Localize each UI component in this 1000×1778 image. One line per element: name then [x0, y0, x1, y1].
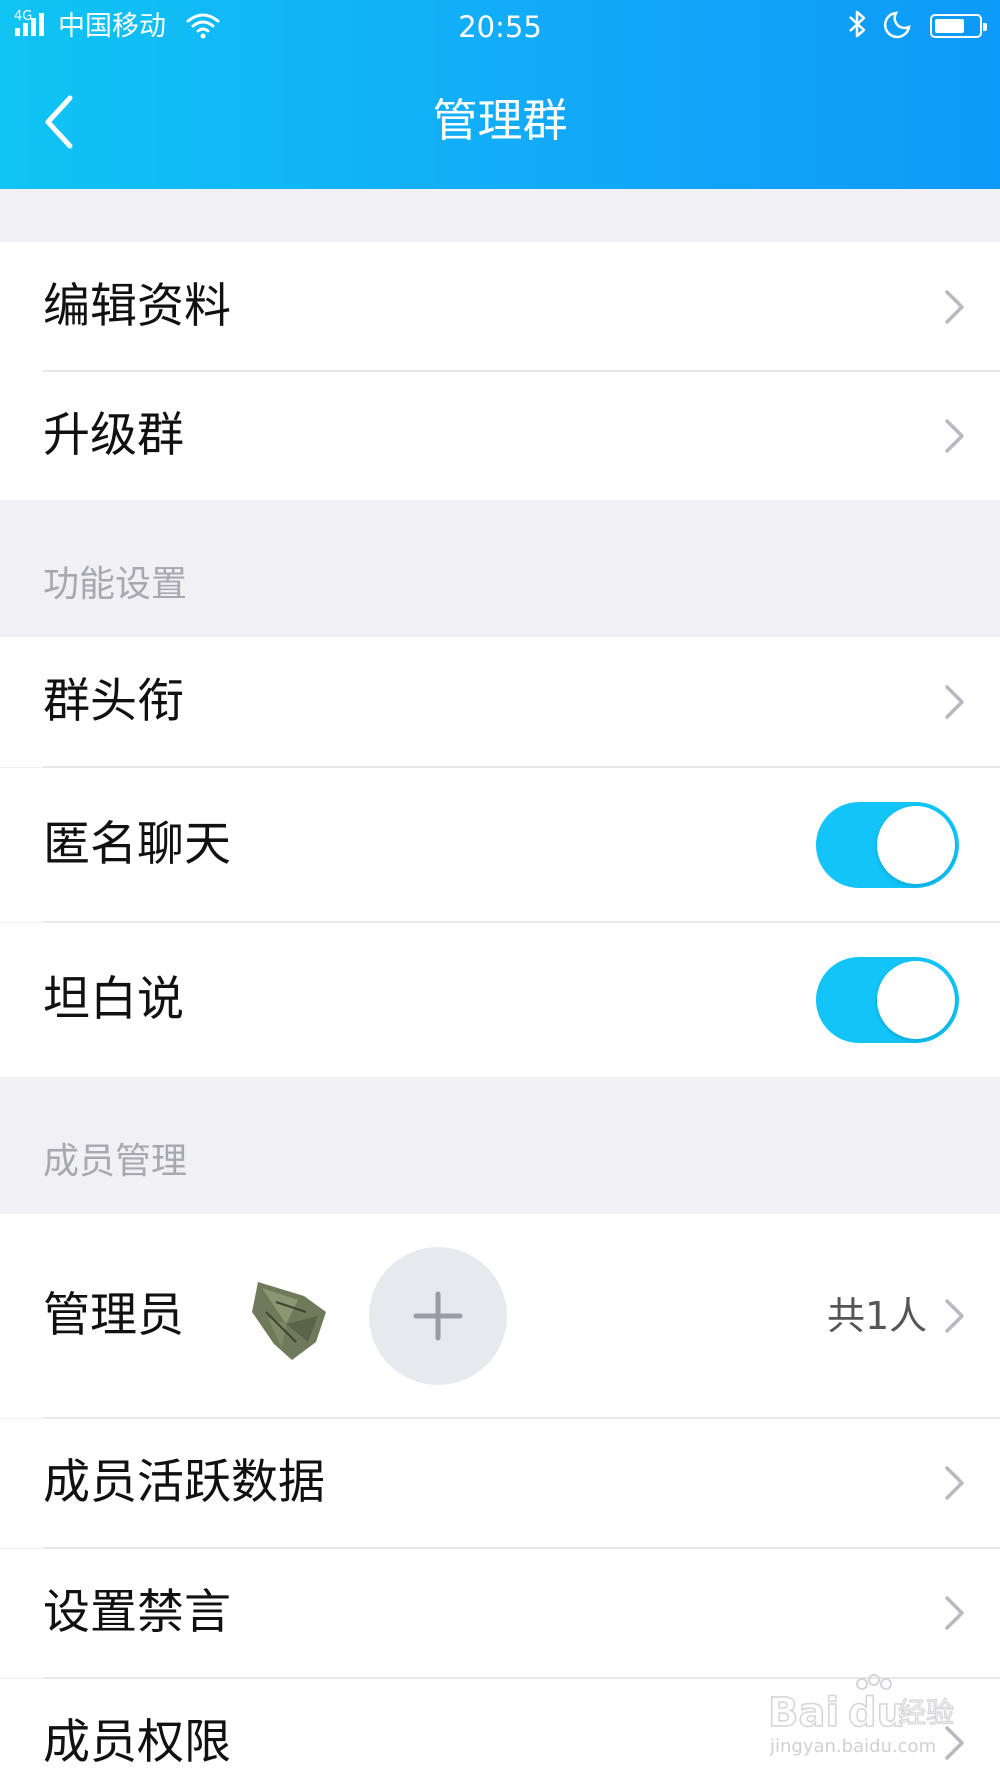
list-item-label: 成员权限	[43, 1715, 231, 1770]
watermark-url: jingyan.baidu.com	[769, 1736, 936, 1757]
plus-icon	[413, 1291, 463, 1341]
confession-toggle[interactable]	[816, 957, 959, 1043]
chevron-right-icon	[945, 1299, 964, 1333]
list-item-label: 成员活跃数据	[43, 1455, 325, 1510]
list-item-anonymous-chat: 匿名聊天	[0, 768, 1000, 922]
anonymous-chat-toggle[interactable]	[816, 802, 959, 888]
baidu-jingyan-watermark: Bai du 经验 jingyan.baidu.com	[767, 1674, 955, 1757]
avatar[interactable]	[246, 1272, 336, 1362]
chevron-right-icon	[945, 419, 964, 453]
list-item-mute-settings[interactable]: 设置禁言	[0, 1549, 1000, 1678]
header: 4G 中国移动 20:55 管理群	[0, 0, 1000, 189]
moon-icon	[883, 11, 911, 39]
status-bar: 4G 中国移动 20:55	[0, 0, 1000, 54]
chevron-right-icon	[945, 1596, 964, 1630]
watermark-cn: 经验	[898, 1696, 954, 1729]
list-item-label: 群头衔	[43, 674, 184, 729]
list-item-label: 坦白说	[43, 972, 184, 1027]
chevron-right-icon	[945, 1466, 964, 1500]
section-title-features: 功能设置	[43, 564, 188, 605]
list-item-group-titles[interactable]: 群头衔	[0, 637, 1000, 767]
watermark-brand2: du	[848, 1690, 905, 1736]
section-title-members: 成员管理	[43, 1141, 188, 1182]
list-item-label: 编辑资料	[43, 279, 231, 334]
add-admin-button[interactable]	[369, 1247, 507, 1385]
list-item-admins[interactable]: 管理员 共1人	[0, 1214, 1000, 1418]
list-item-confession: 坦白说	[0, 923, 1000, 1077]
list-item-edit-profile[interactable]: 编辑资料	[0, 242, 1000, 372]
page-title: 管理群	[432, 94, 568, 147]
bluetooth-icon	[849, 10, 866, 38]
list-item-label: 匿名聊天	[43, 817, 231, 872]
watermark-brand: Bai	[768, 1690, 839, 1736]
chevron-right-icon	[945, 290, 964, 324]
list-item-label: 升级群	[43, 408, 184, 463]
list-item-label: 管理员	[43, 1288, 184, 1343]
list-item-label: 设置禁言	[43, 1585, 231, 1640]
battery-icon	[930, 14, 987, 38]
list-item-upgrade-group[interactable]: 升级群	[0, 372, 1000, 500]
chevron-right-icon	[945, 685, 964, 719]
list-item-member-activity[interactable]: 成员活跃数据	[0, 1419, 1000, 1548]
admin-count: 共1人	[827, 1294, 928, 1338]
